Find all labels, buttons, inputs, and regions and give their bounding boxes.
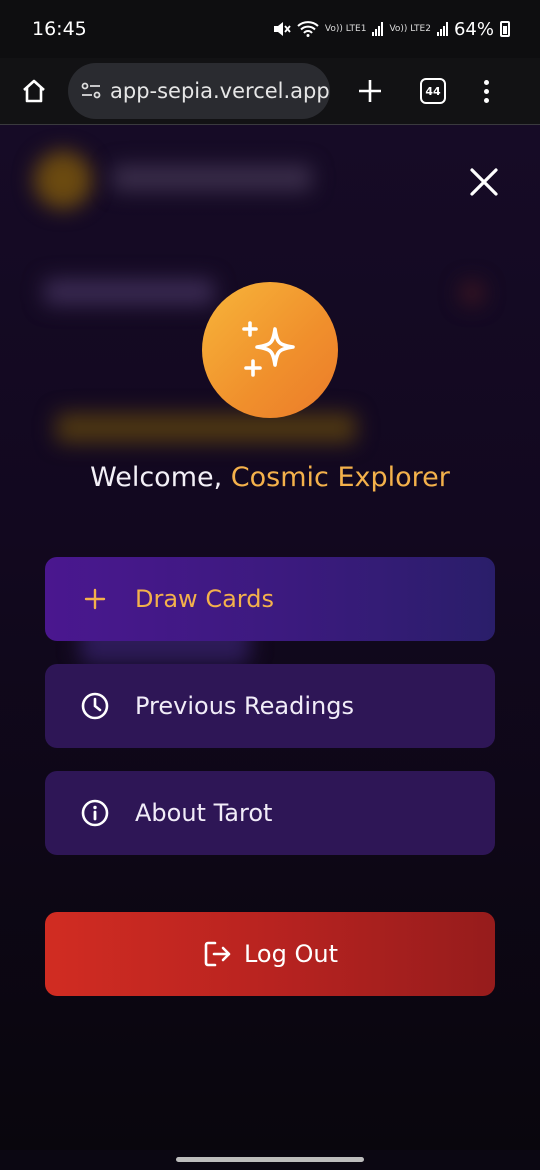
status-time: 16:45 — [32, 18, 87, 40]
battery-percent: 64% — [453, 18, 494, 40]
home-button[interactable] — [14, 71, 54, 111]
plus-icon — [79, 583, 111, 615]
logout-icon — [204, 941, 231, 967]
gesture-handle[interactable] — [176, 1157, 364, 1162]
avatar — [202, 282, 338, 418]
status-bar: 16:45 Vo)) LTE1 Vo)) LTE2 64% — [0, 0, 540, 58]
gesture-nav-bar — [0, 1150, 540, 1170]
sim2-label: Vo)) LTE2 — [389, 23, 431, 34]
site-info-icon[interactable] — [80, 80, 102, 102]
status-icons: Vo)) LTE1 Vo)) LTE2 64% — [273, 19, 510, 40]
url-text: app-sepia.vercel.app — [110, 79, 330, 103]
home-icon — [23, 79, 45, 103]
blurred-title — [112, 165, 312, 191]
close-button[interactable] — [464, 162, 504, 202]
blurred-row — [44, 279, 214, 305]
more-menu-icon[interactable] — [484, 79, 489, 103]
user-name: Cosmic Explorer — [230, 462, 450, 493]
tab-count: 44 — [425, 84, 441, 98]
clock-icon — [79, 690, 111, 722]
mute-icon — [273, 22, 291, 36]
address-bar[interactable]: app-sepia.vercel.app — [68, 63, 330, 119]
logout-button[interactable]: Log Out — [45, 912, 495, 996]
battery-icon — [500, 21, 510, 37]
blurred-dot — [460, 281, 484, 305]
tabs-button[interactable]: 44 — [420, 78, 446, 104]
draw-cards-button[interactable]: Draw Cards — [45, 557, 495, 641]
signal-icon — [436, 22, 448, 36]
blurred-heading — [56, 413, 356, 443]
browser-toolbar: app-sepia.vercel.app 44 — [0, 58, 540, 125]
wifi-icon — [297, 21, 319, 37]
new-tab-icon — [359, 80, 381, 102]
blurred-logo — [34, 151, 92, 209]
about-tarot-label: About Tarot — [135, 799, 273, 827]
new-tab-button[interactable] — [352, 73, 388, 109]
logout-label: Log Out — [243, 940, 338, 968]
close-icon — [470, 168, 498, 196]
info-icon — [79, 797, 111, 829]
about-tarot-button[interactable]: About Tarot — [45, 771, 495, 855]
welcome-text: Welcome, Cosmic Explorer — [0, 462, 540, 493]
previous-readings-label: Previous Readings — [135, 692, 354, 720]
sim1-label: Vo)) LTE1 — [324, 23, 367, 34]
signal-icon — [372, 22, 384, 36]
welcome-prefix: Welcome, — [90, 462, 231, 493]
sparkles-icon — [242, 321, 295, 377]
draw-cards-label: Draw Cards — [135, 585, 274, 613]
previous-readings-button[interactable]: Previous Readings — [45, 664, 495, 748]
